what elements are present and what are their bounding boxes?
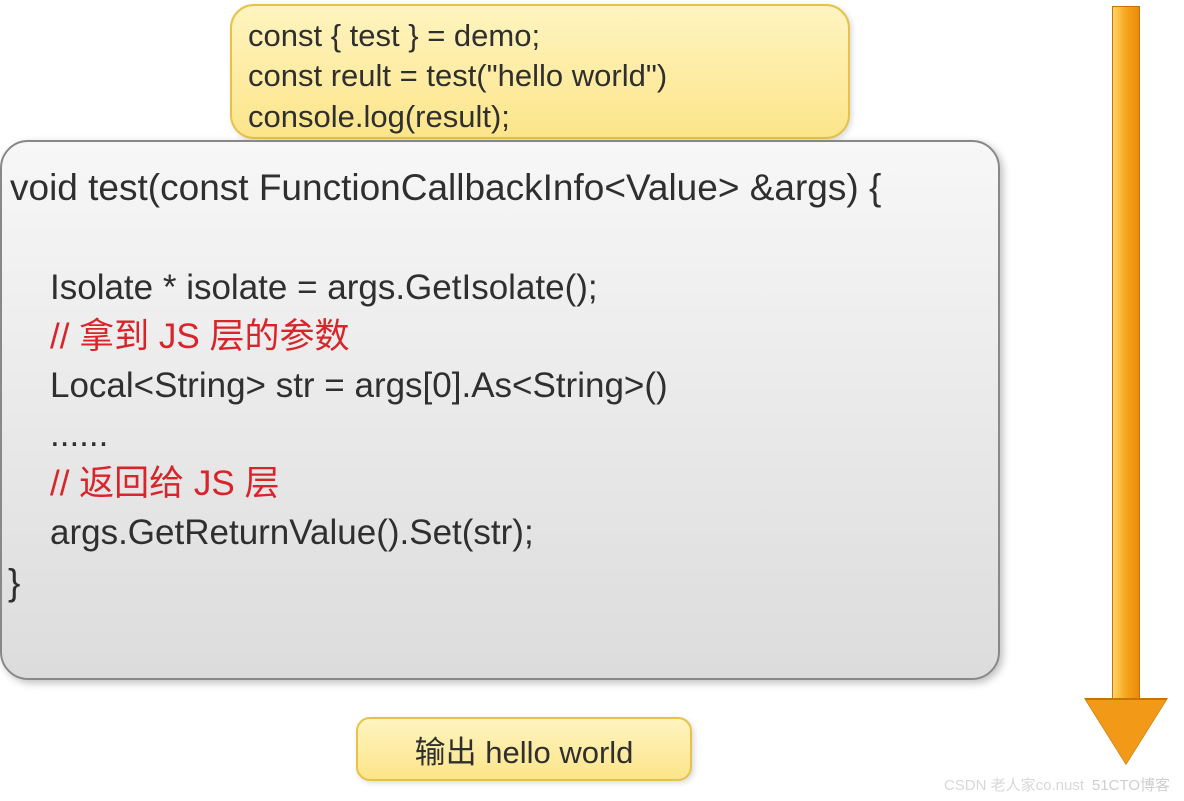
js-line-1: const { test } = demo; <box>248 16 832 56</box>
cpp-line-isolate: Isolate * isolate = args.GetIsolate(); <box>50 263 978 312</box>
watermark-csdn: CSDN 老人家co.nust <box>944 774 1084 795</box>
cpp-comment-get-args: // 拿到 JS 层的参数 <box>50 312 978 361</box>
flow-arrow <box>1086 6 1166 766</box>
cpp-blank <box>22 214 978 263</box>
watermark-51cto: 51CTO博客 <box>1092 774 1170 795</box>
cpp-signature: void test(const FunctionCallbackInfo<Val… <box>10 162 978 214</box>
cpp-closing-brace: } <box>8 557 978 609</box>
arrow-head-icon <box>1086 700 1166 764</box>
cpp-comment-return: // 返回给 JS 层 <box>50 459 978 508</box>
js-line-3: console.log(result); <box>248 97 832 137</box>
arrow-stem <box>1112 6 1140 701</box>
js-line-2: const reult = test("hello world") <box>248 56 832 96</box>
cpp-dots: ...... <box>50 410 978 459</box>
output-label: 输出 hello world <box>415 727 634 772</box>
cpp-line-return: args.GetReturnValue().Set(str); <box>50 508 978 557</box>
cpp-code-box: void test(const FunctionCallbackInfo<Val… <box>0 140 1000 680</box>
js-code-box: const { test } = demo; const reult = tes… <box>230 4 850 139</box>
cpp-line-localstring: Local<String> str = args[0].As<String>() <box>50 361 978 410</box>
output-box: 输出 hello world <box>356 717 692 781</box>
